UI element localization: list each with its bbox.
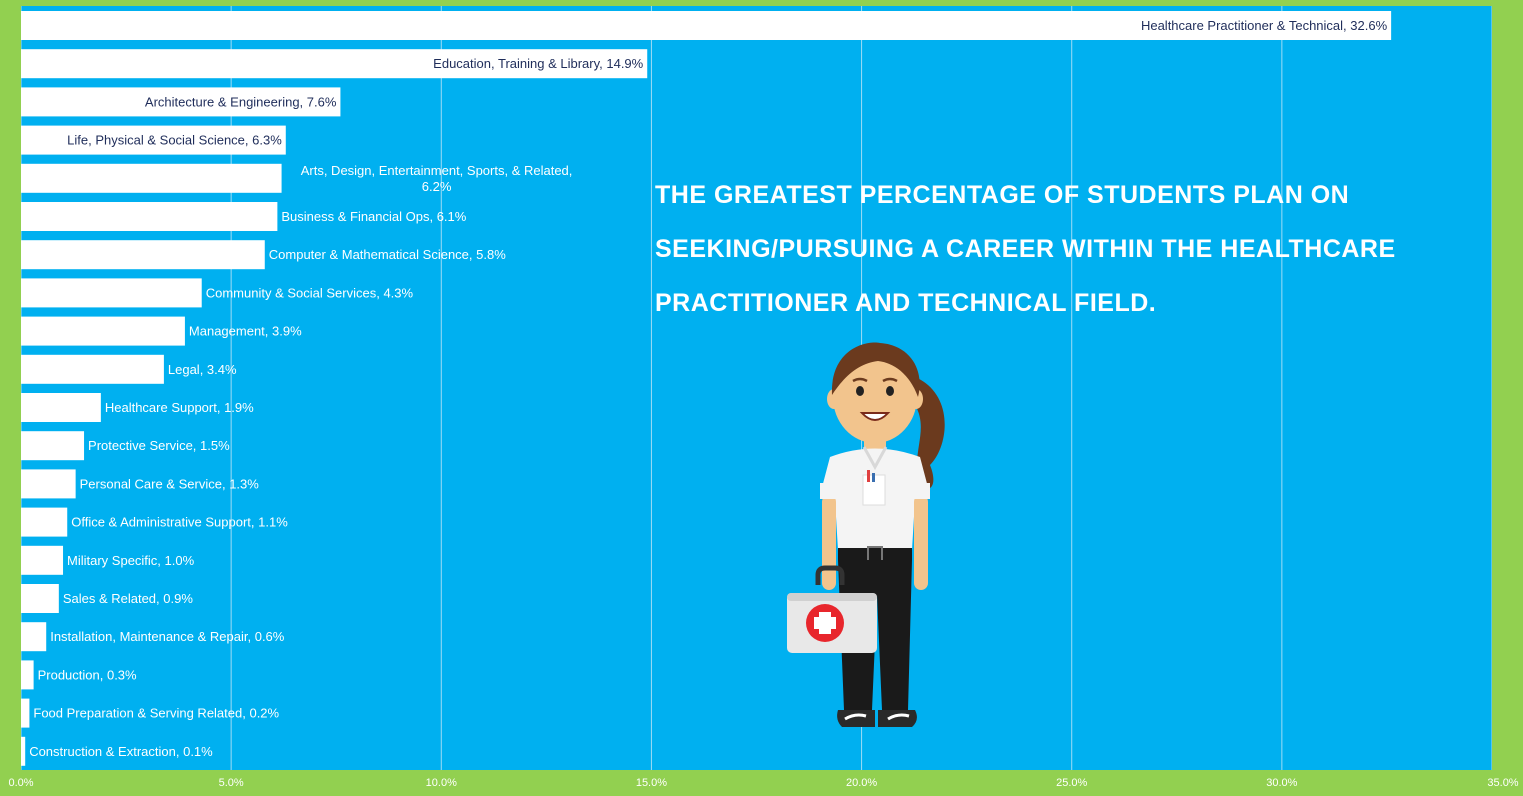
bar [21, 584, 59, 613]
headline-text: THE GREATEST PERCENTAGE OF STUDENTS PLAN… [655, 181, 1396, 317]
bar [21, 278, 202, 308]
data-label: Management, 3.9% [189, 324, 302, 339]
data-label: Protective Service, 1.5% [88, 438, 230, 453]
bar [21, 469, 76, 499]
bar [21, 163, 282, 193]
data-label: Personal Care & Service, 1.3% [80, 476, 260, 491]
bar [21, 240, 265, 270]
bar [21, 316, 185, 346]
data-label: Sales & Related, 0.9% [63, 591, 194, 606]
bar [21, 354, 164, 384]
bar [21, 698, 30, 728]
data-label: Healthcare Support, 1.9% [105, 400, 254, 415]
bar [21, 545, 64, 575]
data-label: Food Preparation & Serving Related, 0.2% [33, 706, 279, 721]
x-tick-label: 15.0% [635, 777, 668, 789]
x-tick-label: 20.0% [845, 777, 878, 789]
plot-area: Healthcare Practitioner & Technical, 32.… [21, 6, 1492, 770]
bar-chart: Healthcare Practitioner & Technical, 32.… [21, 6, 1492, 770]
x-tick-label: 25.0% [1056, 777, 1088, 789]
data-label: Life, Physical & Social Science, 6.3% [67, 133, 282, 148]
bar [21, 622, 47, 652]
data-label: Arts, Design, Entertainment, Sports, & R… [301, 163, 573, 194]
data-label: Architecture & Engineering, 7.6% [145, 94, 337, 109]
nurse-illustration [787, 342, 945, 727]
x-tick-label: 0.0% [8, 777, 34, 789]
data-label: Installation, Maintenance & Repair, 0.6% [50, 629, 285, 644]
data-label: Production, 0.3% [38, 667, 137, 682]
x-tick-label: 35.0% [1487, 777, 1519, 789]
data-label: Business & Financial Ops, 6.1% [281, 209, 466, 224]
bar [21, 507, 68, 537]
data-label: Legal, 3.4% [168, 362, 237, 377]
data-label: Computer & Mathematical Science, 5.8% [269, 247, 506, 262]
data-label: Education, Training & Library, 14.9% [433, 56, 643, 71]
data-label: Healthcare Practitioner & Technical, 32.… [1141, 18, 1388, 33]
data-label: Military Specific, 1.0% [67, 553, 195, 568]
data-label: Community & Social Services, 4.3% [206, 285, 414, 300]
data-label: Construction & Extraction, 0.1% [29, 744, 213, 759]
bar [21, 202, 278, 231]
x-tick-label: 5.0% [218, 777, 244, 789]
bar [21, 393, 101, 422]
data-label: Office & Administrative Support, 1.1% [71, 515, 288, 530]
bar [21, 736, 26, 766]
bar [21, 660, 34, 690]
x-tick-label: 30.0% [1266, 777, 1298, 789]
bar [21, 431, 85, 461]
x-tick-label: 10.0% [425, 777, 457, 789]
